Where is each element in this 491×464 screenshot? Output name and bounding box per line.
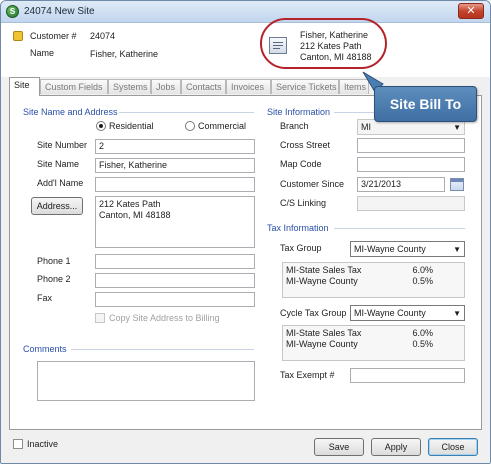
list-item: MI-State Sales Tax 6.0% — [286, 328, 433, 338]
apply-button[interactable]: Apply — [371, 438, 421, 456]
customer-name-value: Fisher, Katherine — [90, 49, 159, 59]
chevron-down-icon: ▼ — [453, 245, 461, 254]
cycle-tax-group-select[interactable]: MI-Wayne County ▼ — [350, 305, 465, 321]
branch-label: Branch — [280, 121, 309, 131]
fax-input[interactable] — [95, 292, 255, 307]
lock-icon — [13, 31, 23, 41]
site-address-line2: Canton, MI 48188 — [99, 210, 171, 220]
cs-linking-input — [357, 196, 465, 211]
commercial-radio[interactable] — [185, 121, 195, 131]
inactive-checkbox[interactable] — [13, 439, 23, 449]
bill-to-line1: Fisher, Katherine — [300, 30, 369, 40]
tax-info-divider — [334, 228, 465, 229]
chevron-down-icon: ▼ — [453, 309, 461, 318]
addl-name-input[interactable] — [95, 177, 255, 192]
tax-group-list: MI-State Sales Tax 6.0% MI-Wayne County 0.… — [282, 262, 465, 298]
cross-street-label: Cross Street — [280, 140, 331, 150]
inactive-label: Inactive — [27, 439, 59, 449]
addl-name-label: Add'l Name — [37, 178, 84, 188]
cycle-tax-list: MI-State Sales Tax 6.0% MI-Wayne County 0.… — [282, 325, 465, 361]
tab-site[interactable]: Site — [9, 77, 40, 96]
window-title: 24074 New Site — [24, 6, 95, 17]
comments-divider — [71, 349, 254, 350]
comments-textarea[interactable] — [37, 361, 255, 401]
phone2-label: Phone 2 — [37, 274, 71, 284]
address-button[interactable]: Address... — [31, 197, 83, 215]
tab-systems[interactable]: Systems — [108, 79, 151, 94]
phone1-label: Phone 1 — [37, 256, 71, 266]
app-logo-icon: S — [6, 5, 19, 18]
residential-label: Residential — [109, 121, 154, 131]
map-code-input[interactable] — [357, 157, 465, 172]
site-information-heading: Site Information — [267, 107, 331, 117]
list-item: MI-Wayne County 0.5% — [286, 276, 433, 286]
save-button[interactable]: Save — [314, 438, 364, 456]
tax-information-heading: Tax Information — [267, 223, 329, 233]
site-window: S 24074 New Site ✕ Customer # 24074 Name… — [0, 0, 491, 464]
site-address-box[interactable]: 212 Kates Path Canton, MI 48188 — [95, 196, 255, 248]
section-divider — [119, 112, 254, 113]
commercial-label: Commercial — [198, 121, 247, 131]
phone2-input[interactable] — [95, 273, 255, 288]
customer-number-label: Customer # — [30, 31, 77, 41]
comments-heading: Comments — [23, 344, 67, 354]
residential-radio[interactable] — [96, 121, 106, 131]
bill-to-line3: Canton, MI 48188 — [300, 52, 372, 62]
tax-exempt-label: Tax Exempt # — [280, 370, 335, 380]
tab-service-tickets[interactable]: Service Tickets — [271, 79, 339, 94]
list-item: MI-State Sales Tax 6.0% — [286, 265, 433, 275]
tab-invoices[interactable]: Invoices — [226, 79, 271, 94]
site-number-label: Site Number — [37, 140, 88, 150]
tab-contacts[interactable]: Contacts — [181, 79, 226, 94]
site-name-label: Site Name — [37, 159, 80, 169]
close-button[interactable]: Close — [428, 438, 478, 456]
cs-linking-label: C/S Linking — [280, 198, 327, 208]
cross-street-input[interactable] — [357, 138, 465, 153]
tax-exempt-input[interactable] — [350, 368, 465, 383]
site-bill-to-callout: Site Bill To — [374, 86, 477, 122]
copy-address-label: Copy Site Address to Billing — [109, 313, 220, 323]
chevron-down-icon: ▼ — [453, 123, 461, 132]
calendar-icon[interactable] — [450, 178, 464, 191]
site-name-input[interactable]: Fisher, Katherine — [95, 158, 255, 173]
customer-number-value: 24074 — [90, 31, 116, 41]
tab-jobs[interactable]: Jobs — [151, 79, 181, 94]
address-card-icon[interactable] — [269, 37, 287, 54]
customer-name-label: Name — [30, 48, 55, 58]
tax-group-select[interactable]: MI-Wayne County ▼ — [350, 241, 465, 257]
fax-label: Fax — [37, 293, 53, 303]
title-bar: S 24074 New Site ✕ — [1, 1, 490, 23]
tax-group-label: Tax Group — [280, 243, 322, 253]
map-code-label: Map Code — [280, 159, 322, 169]
list-item: MI-Wayne County 0.5% — [286, 339, 433, 349]
bill-to-line2: 212 Kates Path — [300, 41, 362, 51]
site-number-input[interactable]: 2 — [95, 139, 255, 154]
site-name-address-heading: Site Name and Address — [23, 107, 118, 117]
customer-since-input[interactable]: 3/21/2013 — [357, 177, 445, 192]
tab-custom-fields[interactable]: Custom Fields — [40, 79, 108, 94]
customer-since-label: Customer Since — [280, 179, 345, 189]
phone1-input[interactable] — [95, 254, 255, 269]
cycle-tax-group-label: Cycle Tax Group — [280, 308, 347, 318]
copy-address-checkbox[interactable] — [95, 313, 105, 323]
site-address-line1: 212 Kates Path — [99, 199, 161, 209]
window-close-button[interactable]: ✕ — [458, 3, 484, 19]
